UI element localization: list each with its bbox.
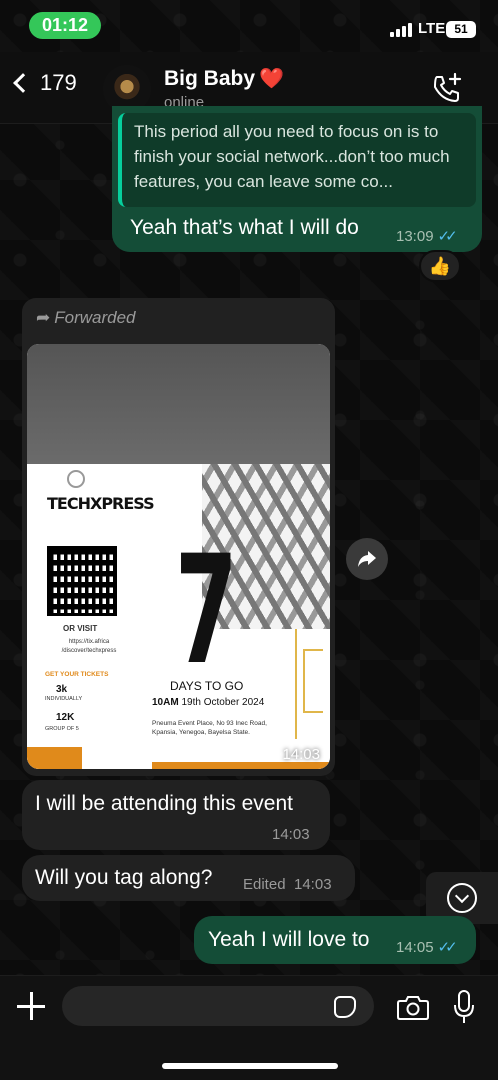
add-call-button[interactable]	[430, 72, 464, 106]
flyer: TECHXPRESS OR VISIT https://tix.africa /…	[27, 464, 330, 769]
flyer-days-to-go: DAYS TO GO	[170, 679, 244, 693]
image-time: 14:03	[282, 746, 320, 763]
quoted-text: This period all you need to focus on is …	[134, 122, 450, 191]
message-time: 14:03	[272, 826, 310, 843]
message-text: Yeah I will love to	[208, 928, 370, 951]
camera-icon[interactable]	[397, 994, 429, 1020]
qr-code	[47, 546, 117, 616]
flyer-price-individual: 3k	[56, 684, 68, 695]
quoted-message[interactable]: This period all you need to focus on is …	[118, 113, 476, 207]
message-time: 14:05	[396, 938, 434, 956]
share-arrow-icon	[358, 551, 376, 567]
back-button[interactable]: 179	[10, 70, 77, 96]
message-time: 13:09	[396, 227, 434, 245]
chevron-left-icon	[13, 73, 33, 93]
message-input[interactable]	[62, 986, 374, 1026]
flyer-price-individual-label: INDIVIDUALLY	[45, 696, 83, 702]
heart-emoji: ❤️	[259, 68, 284, 90]
forward-arrow-icon: ➦	[36, 308, 51, 327]
flyer-url: https://tix.africa /discover/techxpress	[61, 639, 117, 654]
flyer-circuit-decoration	[295, 629, 330, 739]
flyer-countdown: 7	[175, 524, 238, 698]
message-text: Yeah that’s what I will do	[130, 216, 359, 239]
image-blurred-region	[27, 344, 330, 464]
chevron-down-icon	[447, 883, 477, 913]
flyer-price-group-label: GROUP OF 5	[45, 726, 79, 732]
flyer-or-visit: OR VISIT	[63, 624, 98, 633]
network-label: LTE	[418, 20, 446, 37]
home-indicator	[162, 1063, 338, 1069]
flyer-orange-strip	[152, 762, 330, 769]
flyer-price-group: 12K	[56, 712, 75, 723]
read-ticks-icon: ✓✓	[437, 228, 458, 245]
forward-button[interactable]	[346, 538, 388, 580]
message-text: Will you tag along?	[35, 866, 213, 889]
message-meta: Edited 14:03	[243, 876, 332, 894]
unread-count: 179	[40, 70, 77, 95]
flyer-orange-bar	[27, 747, 82, 769]
flyer-brand: TECHXPRESS	[47, 494, 155, 513]
event-flyer-image[interactable]: TECHXPRESS OR VISIT https://tix.africa /…	[27, 344, 330, 769]
message-meta: 13:09 ✓✓	[396, 227, 458, 246]
signal-icon	[390, 23, 414, 37]
contact-info[interactable]: Big Baby ❤️ online	[164, 66, 284, 112]
battery-icon: 51	[446, 21, 476, 38]
forwarded-label: ➦ Forwarded	[36, 308, 136, 327]
contact-name: Big Baby	[164, 66, 256, 90]
flyer-logo-icon	[67, 470, 85, 488]
reaction-badge[interactable]: 👍	[419, 250, 461, 282]
attach-plus-icon[interactable]	[17, 992, 45, 1020]
flyer-venue: Pneuma Event Place, No 93 Inec Road, Kpa…	[152, 720, 267, 736]
message-text: I will be attending this event	[35, 792, 293, 815]
message-meta: 14:05 ✓✓	[396, 938, 458, 957]
edited-label: Edited	[243, 876, 286, 893]
flyer-get-tickets: GET YOUR TICKETS	[45, 671, 109, 678]
flyer-date: 10AM 19th October 2024	[152, 697, 265, 708]
status-bar: 01:12 LTE 51	[0, 0, 498, 52]
microphone-icon[interactable]	[453, 990, 475, 1024]
status-time: 01:12	[29, 12, 101, 39]
message-time: 14:03	[294, 876, 332, 893]
read-ticks-icon: ✓✓	[437, 939, 458, 956]
